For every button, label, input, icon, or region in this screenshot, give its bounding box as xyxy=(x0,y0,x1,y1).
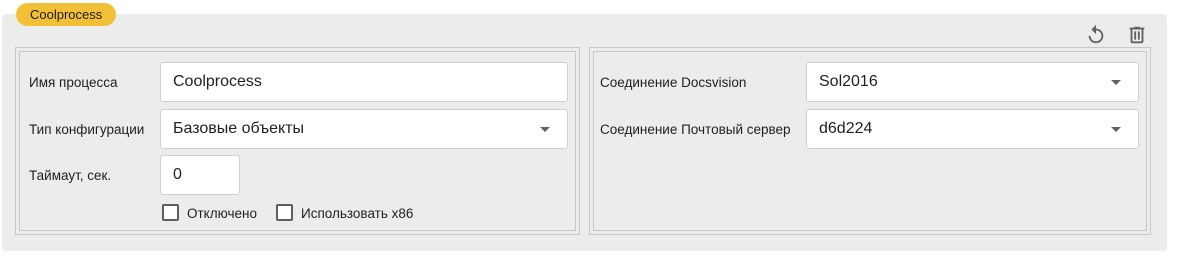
process-settings-panel: Имя процесса Coolprocess Тип конфигураци… xyxy=(15,47,580,235)
config-type-label: Тип конфигурации xyxy=(29,122,145,137)
config-type-value: Базовые объекты xyxy=(173,120,305,137)
process-name-label: Имя процесса xyxy=(29,75,118,90)
delete-button[interactable] xyxy=(1125,23,1149,47)
disabled-checkbox[interactable] xyxy=(162,204,179,221)
config-type-select[interactable]: Базовые объекты xyxy=(160,109,568,149)
reset-icon xyxy=(1088,24,1104,44)
disabled-checkbox-label: Отключено xyxy=(187,206,257,221)
process-badge: Coolprocess xyxy=(16,3,117,26)
mail-server-value: d6d224 xyxy=(819,120,873,137)
mail-server-select[interactable]: d6d224 xyxy=(806,109,1139,149)
docsvision-value: Sol2016 xyxy=(819,73,878,90)
docsvision-label: Соединение Docsvision xyxy=(600,75,747,90)
timeout-value: 0 xyxy=(173,166,182,183)
connections-panel: Соединение Docsvision Sol2016 Соединение… xyxy=(589,47,1151,235)
process-name-input[interactable]: Coolprocess xyxy=(160,62,568,102)
chevron-down-icon xyxy=(1111,80,1121,85)
chevron-down-icon xyxy=(1111,127,1121,132)
timeout-input[interactable]: 0 xyxy=(160,155,240,195)
use-x86-checkbox[interactable] xyxy=(276,204,293,221)
mail-server-label: Соединение Почтовый сервер xyxy=(600,122,791,137)
trash-icon xyxy=(1129,26,1145,44)
docsvision-select[interactable]: Sol2016 xyxy=(806,62,1139,102)
use-x86-checkbox-label: Использовать x86 xyxy=(301,206,414,221)
reset-button[interactable] xyxy=(1084,23,1108,47)
timeout-label: Таймаут, сек. xyxy=(29,168,112,183)
process-name-value: Coolprocess xyxy=(173,73,262,90)
chevron-down-icon xyxy=(540,127,550,132)
